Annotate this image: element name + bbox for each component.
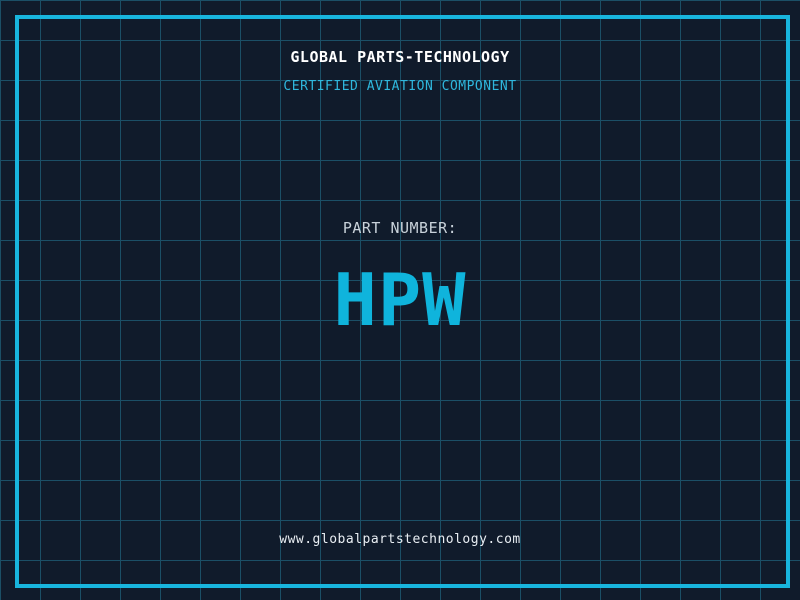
certification-subtitle: CERTIFIED AVIATION COMPONENT [283, 79, 517, 94]
part-number-value: HPW [333, 258, 467, 342]
website-url: www.globalpartstechnology.com [279, 532, 521, 547]
part-number-label: PART NUMBER: [342, 219, 458, 237]
company-title: GLOBAL PARTS-TECHNOLOGY [290, 48, 510, 66]
